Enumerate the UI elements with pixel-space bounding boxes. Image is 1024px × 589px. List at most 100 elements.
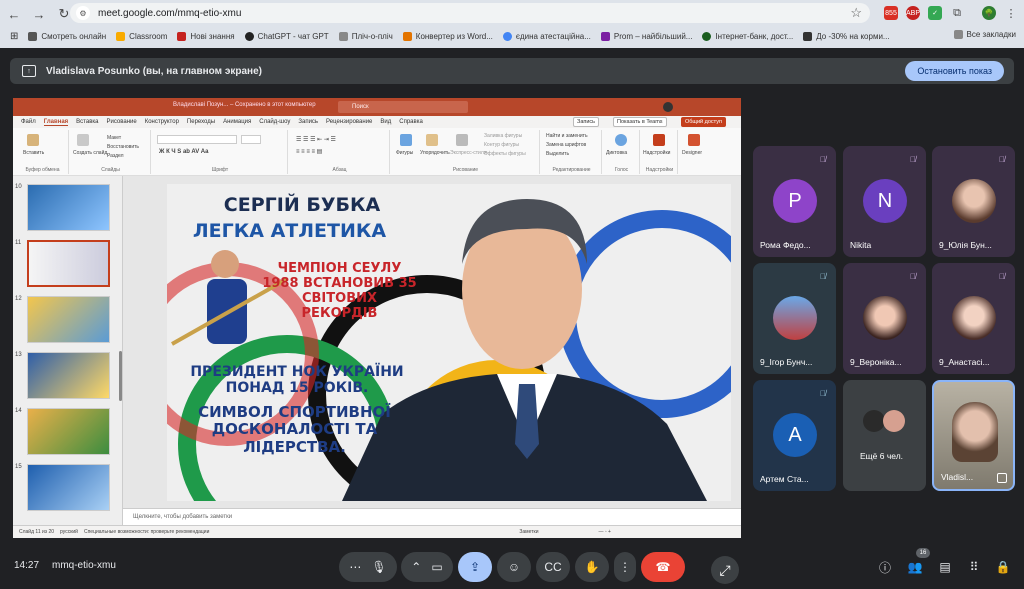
bookmark-item[interactable]: Пліч-о-пліч	[338, 31, 393, 41]
participant-tile[interactable]: 🎙̸ 9_Анастасі...	[932, 263, 1015, 374]
slide-thumbnail[interactable]	[27, 184, 110, 231]
ppt-record-button[interactable]: Запись	[573, 117, 600, 127]
more-audio-options-icon[interactable]: ⋯	[349, 560, 361, 574]
participant-tile[interactable]: 🎙̸ 9_Ігор Бунч...	[753, 263, 836, 374]
chevron-up-icon[interactable]: ⌃	[411, 560, 421, 574]
participant-tile[interactable]: 🎙̸ P Рома Федо...	[753, 146, 836, 257]
more-options-button[interactable]: ⋮	[614, 552, 636, 582]
current-slide[interactable]: СЕРГІЙ БУБКА ЛЕГКА АТЛЕТИКА ЧЕМПІОН СЕУЛ…	[167, 184, 731, 501]
accessibility-status[interactable]: Специальные возможности: проверьте реком…	[84, 529, 209, 535]
ppt-menu-file[interactable]: Файл	[21, 119, 36, 125]
dictate-icon[interactable]	[615, 134, 627, 146]
speaker-notes[interactable]: Щелкните, чтобы добавить заметки	[123, 508, 741, 525]
bookmark-item[interactable]: До -30% на корми...	[803, 31, 890, 41]
ppt-menu-slideshow[interactable]: Слайд-шоу	[259, 119, 290, 125]
ppt-menu-animations[interactable]: Анимация	[223, 119, 251, 125]
arrange-icon[interactable]	[426, 134, 438, 146]
zoom-slider[interactable]: — ◦ +	[598, 529, 610, 535]
more-participants-tile[interactable]: Ещё 6 чел.	[843, 380, 926, 491]
designer-icon[interactable]	[688, 134, 700, 146]
replace-fonts-label[interactable]: Замена шрифтов	[546, 142, 586, 148]
ppt-menu-home[interactable]: Главная	[43, 119, 69, 126]
new-slide-icon[interactable]	[77, 134, 89, 146]
new-slide-label[interactable]: Создать слайд	[73, 150, 107, 156]
dictate-label[interactable]: Диктовка	[606, 150, 627, 156]
shapes-icon[interactable]	[400, 134, 412, 146]
menu-dots-icon[interactable]: ⋮	[1004, 6, 1018, 20]
activities-icon[interactable]: ⠿	[965, 558, 983, 576]
bookmark-item[interactable]: Prom – найбільший...	[600, 31, 692, 41]
font-format-buttons[interactable]: Ж К Ч S ab AV Aa	[159, 149, 208, 155]
paragraph-buttons[interactable]: ☰ ☰ ☰ ⇤ ⇥ ☰	[296, 136, 336, 143]
ppt-user-avatar[interactable]	[663, 102, 673, 112]
adblock-icon[interactable]: ABP	[906, 6, 920, 20]
font-size-select[interactable]	[241, 135, 261, 144]
participant-tile[interactable]: 🎙̸ A Артем Ста...	[753, 380, 836, 491]
ppt-menu-review[interactable]: Рецензирование	[326, 119, 372, 125]
designer-label[interactable]: Designer	[682, 150, 702, 156]
emoji-button[interactable]: ☺	[497, 552, 531, 582]
profile-avatar[interactable]: 🌳	[982, 6, 996, 20]
bookmark-item[interactable]: ChatGPT - чат GPT	[244, 31, 329, 41]
bookmark-item[interactable]: Classroom	[116, 31, 167, 41]
site-info-icon[interactable]: ⚙	[76, 6, 90, 20]
back-icon[interactable]: ←	[3, 3, 25, 25]
ppt-menu-record[interactable]: Запись	[298, 119, 318, 125]
extension-icon[interactable]: 855	[884, 6, 898, 20]
arrange-label[interactable]: Упорядочить	[420, 150, 450, 156]
shape-fill-label[interactable]: Заливка фигуры	[484, 133, 522, 139]
quick-styles-icon[interactable]	[456, 134, 468, 146]
extensions-puzzle-icon[interactable]: ⧉	[950, 6, 964, 20]
apps-grid-icon[interactable]: ⊞	[10, 31, 18, 42]
ppt-present-teams-button[interactable]: Показать в Teams	[613, 117, 667, 127]
thumbnails-scrollbar[interactable]	[119, 351, 122, 401]
addins-icon[interactable]	[653, 134, 665, 146]
font-name-select[interactable]	[157, 135, 237, 144]
stop-presenting-button[interactable]: Остановить показ	[905, 61, 1004, 81]
raise-hand-button[interactable]: ✋	[575, 552, 609, 582]
info-icon[interactable]: ⓘ	[876, 558, 894, 576]
slide-thumbnail[interactable]	[27, 352, 110, 399]
bookmark-item[interactable]: Конвертер из Word...	[402, 31, 493, 41]
ppt-menu-view[interactable]: Вид	[380, 119, 391, 125]
ppt-search-input[interactable]: Поиск	[338, 101, 468, 113]
bookmark-item[interactable]: Інтернет-банк, дост...	[702, 31, 793, 41]
ppt-menu-draw[interactable]: Рисование	[106, 119, 136, 125]
slide-thumbnail[interactable]	[27, 464, 110, 511]
host-controls-icon[interactable]: 🔒	[994, 558, 1012, 576]
bookmark-star-icon[interactable]: ☆	[850, 5, 862, 21]
leave-call-button[interactable]: ☎	[641, 552, 685, 582]
section-label[interactable]: Раздел	[107, 153, 124, 159]
bookmark-item[interactable]: єдина атестаційна...	[502, 31, 591, 41]
people-icon[interactable]: 👥	[906, 558, 924, 576]
language-status[interactable]: русский	[60, 529, 78, 535]
bookmark-item[interactable]: Нові знання	[177, 31, 235, 41]
select-label[interactable]: Выделить	[546, 151, 569, 157]
layout-label[interactable]: Макет	[107, 135, 121, 141]
ppt-menu-insert[interactable]: Вставка	[76, 119, 98, 125]
quick-styles-label[interactable]: Экспресс-стили	[450, 150, 487, 156]
all-bookmarks[interactable]: Все закладки	[953, 30, 1016, 39]
mic-control[interactable]: ⋯ 🎙	[339, 552, 397, 582]
captions-button[interactable]: CC	[536, 552, 570, 582]
notes-toggle[interactable]: Заметки	[519, 529, 538, 535]
chat-icon[interactable]: ▤	[936, 558, 954, 576]
ppt-menu-help[interactable]: Справка	[399, 119, 423, 125]
slide-thumbnail-selected[interactable]	[27, 240, 110, 287]
slide-thumbnail[interactable]	[27, 408, 110, 455]
camera-icon[interactable]: ▭	[431, 560, 442, 574]
self-view-tile[interactable]: Vladisl...	[932, 380, 1015, 491]
paste-icon[interactable]	[27, 134, 39, 146]
addins-label[interactable]: Надстройки	[643, 150, 670, 156]
present-button[interactable]: ⇪	[458, 552, 492, 582]
shield-icon[interactable]: ✓	[928, 6, 942, 20]
camera-control[interactable]: ⌃ ▭	[401, 552, 453, 582]
participant-tile[interactable]: 🎙̸ 9_Вероніка...	[843, 263, 926, 374]
shape-effects-label[interactable]: Эффекты фигуры	[484, 151, 526, 157]
forward-icon[interactable]: →	[28, 3, 50, 25]
mic-icon[interactable]: 🎙	[371, 560, 386, 574]
find-label[interactable]: Найти и заменить	[546, 133, 588, 139]
address-bar[interactable]: ⚙ meet.google.com/mmq-etio-xmu ☆	[70, 3, 870, 23]
paste-label[interactable]: Вставить	[23, 150, 44, 156]
reset-label[interactable]: Восстановить	[107, 144, 139, 150]
